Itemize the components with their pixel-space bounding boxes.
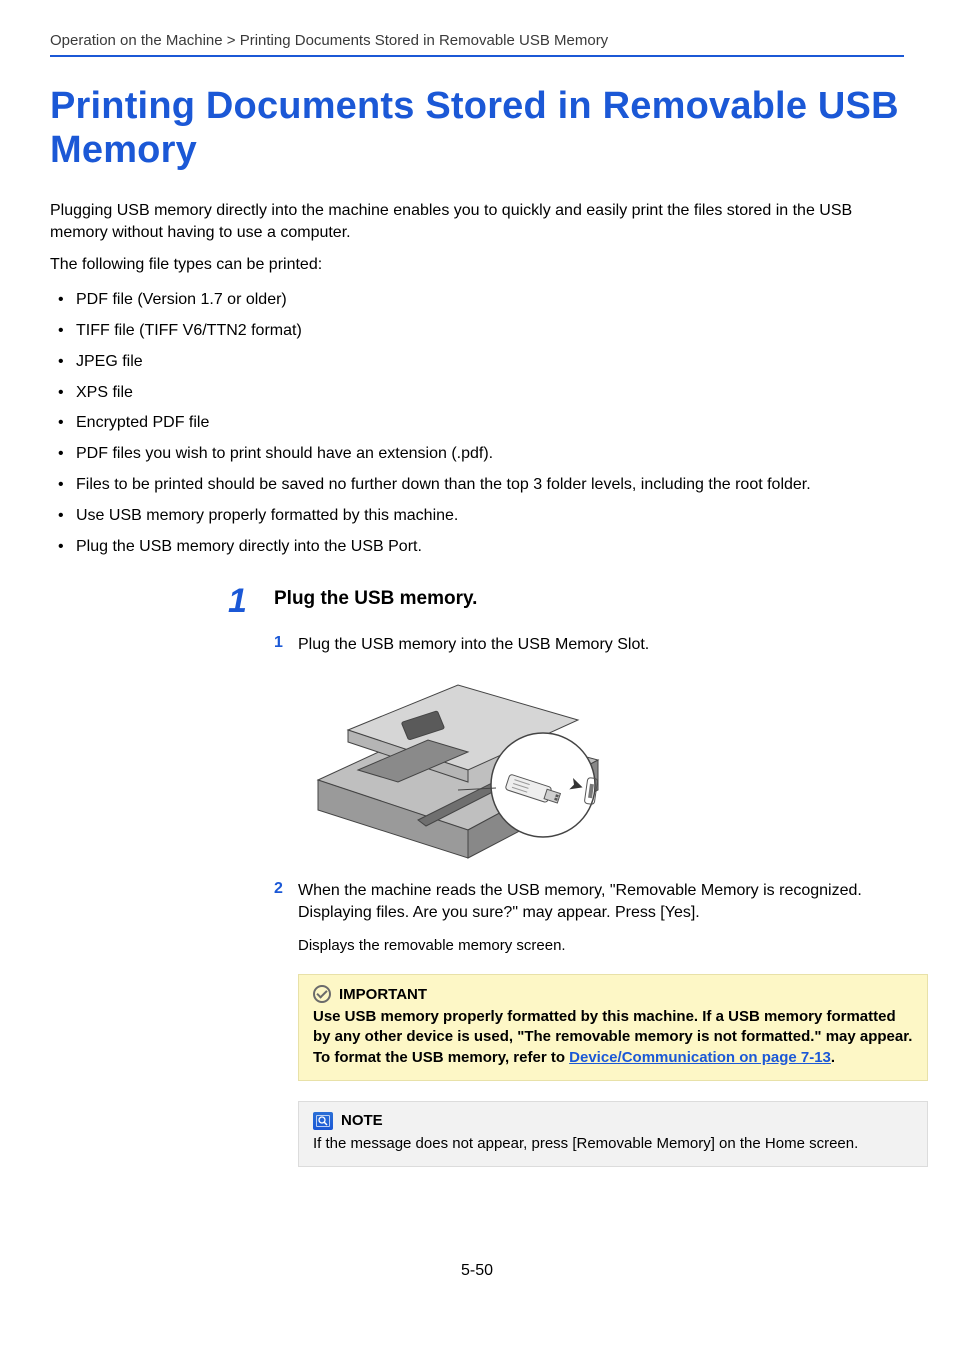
substep-number: 2 — [274, 880, 283, 898]
file-type-list: PDF file (Version 1.7 or older) TIFF fil… — [50, 285, 904, 562]
note-callout: NOTE If the message does not appear, pre… — [298, 1101, 928, 1167]
substep-1: 1 Plug the USB memory into the USB Memor… — [228, 634, 904, 656]
note-label: NOTE — [341, 1112, 383, 1129]
breadcrumb: Operation on the Machine > Printing Docu… — [50, 32, 904, 57]
note-icon — [313, 1112, 333, 1130]
substep-2: 2 When the machine reads the USB memory,… — [228, 880, 904, 923]
page-number: 5-50 — [0, 1262, 954, 1280]
step-1: 1 Plug the USB memory. 1 Plug the USB me… — [50, 586, 904, 1167]
list-item: Use USB memory properly formatted by thi… — [54, 501, 904, 532]
page-title: Printing Documents Stored in Removable U… — [50, 85, 904, 172]
list-item: JPEG file — [54, 347, 904, 378]
important-callout: IMPORTANT Use USB memory properly format… — [298, 974, 928, 1081]
important-label: IMPORTANT — [339, 986, 427, 1003]
list-item: Plug the USB memory directly into the US… — [54, 532, 904, 563]
step-number: 1 — [228, 582, 247, 621]
important-text-after: . — [831, 1049, 835, 1066]
check-icon — [313, 985, 331, 1003]
substep-text: When the machine reads the USB memory, "… — [298, 880, 904, 923]
list-item: Encrypted PDF file — [54, 408, 904, 439]
list-item: TIFF file (TIFF V6/TTN2 format) — [54, 316, 904, 347]
list-item: PDF files you wish to print should have … — [54, 439, 904, 470]
printer-usb-figure — [298, 670, 618, 860]
list-item: Files to be printed should be saved no f… — [54, 470, 904, 501]
substep-text: Plug the USB memory into the USB Memory … — [298, 634, 904, 656]
list-item: XPS file — [54, 378, 904, 409]
intro-paragraph-2: The following file types can be printed: — [50, 254, 904, 276]
substep-2-result: Displays the removable memory screen. — [298, 937, 904, 954]
intro-paragraph-1: Plugging USB memory directly into the ma… — [50, 200, 904, 243]
important-text: Use USB memory properly formatted by thi… — [313, 1007, 913, 1068]
list-item: PDF file (Version 1.7 or older) — [54, 285, 904, 316]
substep-number: 1 — [274, 634, 283, 652]
note-text: If the message does not appear, press [R… — [313, 1134, 913, 1154]
device-communication-link[interactable]: Device/Communication on page 7-13 — [569, 1049, 831, 1066]
step-heading: Plug the USB memory. — [274, 586, 904, 634]
